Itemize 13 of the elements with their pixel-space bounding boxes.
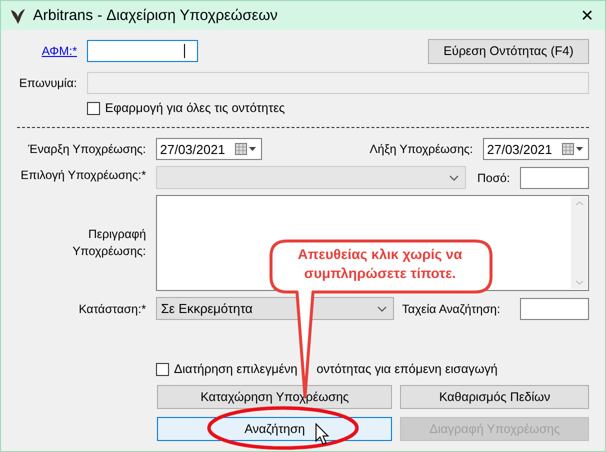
field-label: Έναρξη Υποχρέωσης: [27,142,147,156]
field-label: Περιγραφή Υποχρέωσης: [71,226,146,260]
field-label: Επιλογή Υποχρέωσης:* [20,167,147,182]
checkbox-label: Διατήρηση επιλεγμένη [174,362,298,376]
field-label: Ποσό: [476,170,511,184]
checkbox-label: Εφαρμογή για όλες τις οντότητες [105,101,285,115]
field-label: Επωνυμία: [18,76,78,90]
window-title: Arbitrans - Διαχείριση Υποχρεώσεων [33,7,279,24]
field-label: Λήξη Υποχρέωσης: [368,142,474,156]
callout-text: Απευθείας κλικ χωρίς να συμπληρώσετε τίποτε. [296,245,464,283]
checkbox-label: οντότητας για επόμενη εισαγωγή [316,362,498,376]
field-label: Κατάσταση:* [78,302,147,316]
field-label: Ταχεία Αναζήτηση: [401,302,502,316]
